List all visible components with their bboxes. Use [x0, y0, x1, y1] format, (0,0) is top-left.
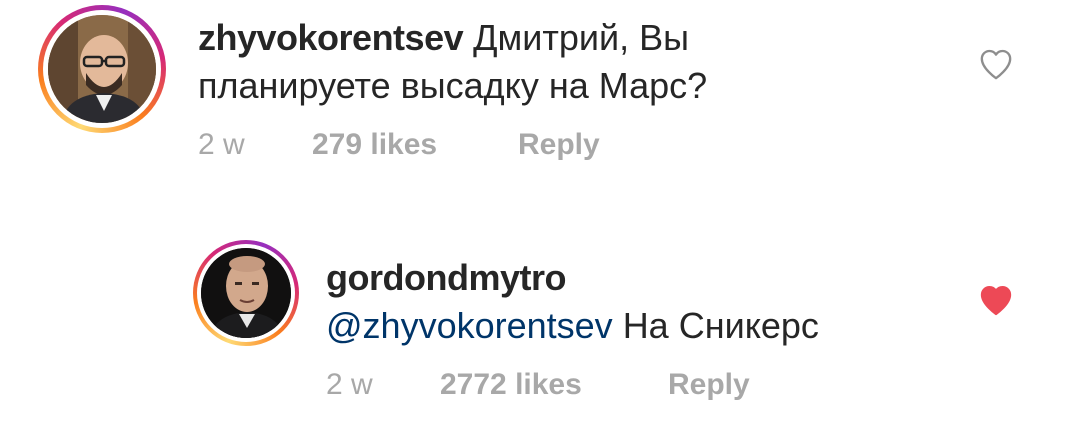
heart-filled-icon[interactable]: [976, 280, 1016, 320]
reply-button[interactable]: Reply: [668, 368, 750, 402]
story-ring[interactable]: [193, 240, 299, 346]
comment-username[interactable]: zhyvokorentsev: [198, 17, 464, 58]
avatar-border: [197, 244, 295, 342]
comment-likes-count[interactable]: 2772 likes: [440, 368, 668, 402]
comment-item: zhyvokorentsev Дмитрий, Вы планируете вы…: [0, 0, 1080, 200]
comment-username[interactable]: gordondmytro: [326, 257, 566, 298]
avatar[interactable]: [48, 15, 156, 123]
comment-time[interactable]: 2 w: [198, 128, 312, 162]
comment-mention[interactable]: @zhyvokorentsev: [326, 305, 613, 346]
comment-meta: 2 w 2772 likes Reply: [326, 368, 750, 402]
avatar-border: [43, 10, 161, 128]
comment-meta: 2 w 279 likes Reply: [198, 128, 600, 162]
comment-likes-count[interactable]: 279 likes: [312, 128, 518, 162]
user-avatar-icon: [48, 15, 156, 123]
comment-body-line2: планируете высадку на Марс?: [198, 65, 708, 106]
story-ring[interactable]: [38, 5, 166, 133]
heart-outline-icon[interactable]: [976, 44, 1016, 84]
comment-body-line1: Дмитрий, Вы: [473, 17, 689, 58]
comment-reply-item: gordondmytro @zhyvokorentsev На Сникерс …: [0, 232, 1080, 430]
comment-time[interactable]: 2 w: [326, 368, 440, 402]
reply-button[interactable]: Reply: [518, 128, 600, 162]
user-avatar-icon: [201, 248, 291, 338]
comment-text: zhyvokorentsev Дмитрий, Вы планируете вы…: [198, 14, 918, 110]
comment-body: На Сникерс: [622, 305, 819, 346]
comment-text: gordondmytro @zhyvokorentsev На Сникерс: [326, 254, 946, 350]
avatar[interactable]: [201, 248, 291, 338]
